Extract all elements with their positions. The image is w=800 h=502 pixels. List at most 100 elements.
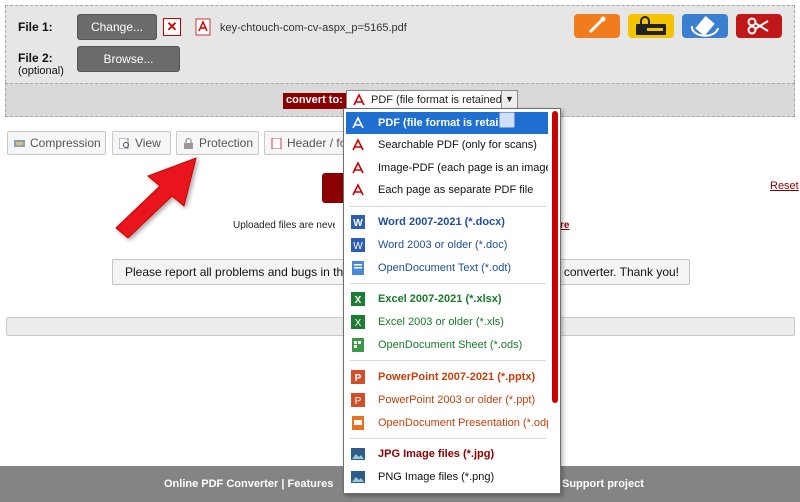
format-dropdown: PDF (file format is retaine Searchable P…	[343, 108, 561, 494]
file2-optional: (optional)	[18, 65, 64, 77]
word-icon: W	[351, 215, 365, 229]
option-label: OpenDocument Presentation (*.odp)	[378, 417, 548, 429]
svg-text:W: W	[353, 241, 363, 252]
separator	[350, 438, 546, 439]
cursor-icon	[499, 112, 515, 128]
separator	[350, 283, 546, 284]
option-label: OpenDocument Sheet (*.ods)	[378, 339, 523, 351]
svg-text:X: X	[355, 295, 362, 306]
lock-button[interactable]	[628, 14, 674, 38]
option-label: Excel 2007-2021 (*.xlsx)	[378, 293, 502, 305]
option-label: PNG Image files (*.png)	[378, 471, 495, 483]
separator	[350, 206, 546, 207]
opendocument-text-icon	[352, 261, 364, 275]
separator	[350, 360, 546, 361]
lock-icon	[184, 138, 193, 149]
svg-text:P: P	[355, 373, 362, 384]
option-odt[interactable]: OpenDocument Text (*.odt)	[346, 257, 548, 279]
chevron-down-icon[interactable]: ▼	[501, 91, 517, 108]
split-button[interactable]	[736, 14, 782, 38]
option-jpg[interactable]: JPG Image files (*.jpg)	[346, 443, 548, 465]
pdf-icon	[352, 161, 364, 174]
option-label: OpenDocument Text (*.odt)	[378, 262, 512, 274]
remove-file-icon[interactable]: ✕	[163, 18, 181, 36]
option-label: Excel 2003 or older (*.xls)	[378, 316, 504, 328]
report-text-right: e converter. Thank you!	[553, 265, 679, 279]
footer-links-left[interactable]: Online PDF Converter | Features	[164, 466, 333, 502]
image-icon	[351, 471, 365, 483]
rotate-icon	[690, 16, 719, 37]
powerpoint-icon: P	[351, 393, 365, 407]
opendocument-sheet-icon	[352, 338, 364, 352]
option-label: JPG Image files (*.jpg)	[378, 448, 495, 460]
rotate-button[interactable]	[682, 14, 728, 38]
compress-icon	[14, 140, 25, 147]
report-text-left: Please report all problems and bugs in t…	[125, 265, 354, 279]
option-docx[interactable]: W Word 2007-2021 (*.docx)	[346, 211, 548, 233]
privacy-note: Uploaded files are never s	[233, 220, 335, 231]
convert-to-label: convert to:	[283, 93, 346, 109]
option-ods[interactable]: OpenDocument Sheet (*.ods)	[346, 334, 548, 356]
option-label: PowerPoint 2003 or older (*.ppt)	[378, 394, 536, 406]
file1-label: File 1:	[18, 20, 53, 34]
browse-button[interactable]: Browse...	[77, 46, 180, 72]
option-label: Each page as separate PDF file	[378, 184, 534, 196]
option-odp[interactable]: OpenDocument Presentation (*.odp)	[346, 412, 548, 434]
option-ppt[interactable]: P PowerPoint 2003 or older (*.ppt)	[346, 389, 548, 411]
option-label: Word 2003 or older (*.doc)	[378, 239, 508, 251]
reset-link[interactable]: Reset	[770, 180, 799, 192]
powerpoint-icon: P	[351, 370, 365, 384]
view-icon	[119, 138, 129, 149]
file-panel: File 1: Change... ✕ key-chtouch-com-cv-a…	[5, 5, 795, 83]
header-icon	[271, 138, 282, 149]
word-icon: W	[351, 238, 365, 252]
footer-support-link[interactable]: Support project	[562, 466, 644, 502]
option-separate-pdf[interactable]: Each page as separate PDF file	[346, 179, 548, 201]
pdf-file-icon	[195, 18, 211, 36]
lock-icon	[636, 16, 666, 35]
dropdown-scrollbar[interactable]	[552, 111, 558, 403]
svg-text:W: W	[353, 218, 363, 229]
tab-compression[interactable]: Compression	[7, 131, 106, 155]
option-xls[interactable]: X Excel 2003 or older (*.xls)	[346, 311, 548, 333]
tab-protection-label: Protection	[199, 136, 254, 150]
option-searchable-pdf[interactable]: Searchable PDF (only for scans)	[346, 134, 548, 156]
option-png[interactable]: PNG Image files (*.png)	[346, 466, 548, 488]
uploaded-file-name: key-chtouch-com-cv-aspx_p=5165.pdf	[220, 22, 407, 34]
option-image-pdf[interactable]: Image-PDF (each page is an image)	[346, 157, 548, 179]
option-label: PDF (file format is retaine	[378, 117, 512, 129]
option-pdf-retained[interactable]: PDF (file format is retaine	[346, 112, 548, 134]
magic-wand-icon	[588, 16, 606, 34]
option-pptx[interactable]: P PowerPoint 2007-2021 (*.pptx)	[346, 366, 548, 388]
option-xlsx[interactable]: X Excel 2007-2021 (*.xlsx)	[346, 288, 548, 310]
option-label: Word 2007-2021 (*.docx)	[378, 216, 505, 228]
output-format-select[interactable]: PDF (file format is retained) ▼	[346, 90, 518, 109]
svg-text:X: X	[355, 318, 362, 329]
pdf-icon	[352, 183, 364, 196]
privacy-link[interactable]: re	[560, 220, 569, 231]
file2-label-text: File 2:	[18, 51, 53, 65]
option-label: Image-PDF (each page is an image)	[378, 162, 548, 174]
change-file-button[interactable]: Change...	[77, 14, 157, 40]
svg-text:P: P	[355, 396, 362, 407]
image-icon	[351, 448, 365, 460]
red-arrow-annotation	[115, 157, 197, 239]
file2-label: File 2: (optional)	[18, 51, 64, 77]
tab-header-label: Header / fo	[287, 136, 344, 150]
scissors-icon	[747, 17, 769, 35]
tab-view-label: View	[135, 136, 161, 150]
selected-format: PDF (file format is retained)	[371, 94, 506, 106]
pdf-icon	[352, 116, 364, 129]
report-text: Please report all problems and bugs in t…	[125, 260, 367, 284]
opendocument-presentation-icon	[352, 416, 364, 430]
excel-icon: X	[351, 292, 365, 306]
option-label: PowerPoint 2007-2021 (*.pptx)	[378, 371, 536, 383]
tab-compression-label: Compression	[30, 136, 101, 150]
pdf-icon	[352, 138, 364, 151]
option-label: Searchable PDF (only for scans)	[378, 139, 537, 151]
pdf-format-icon	[353, 93, 365, 106]
magic-wand-button[interactable]	[574, 14, 620, 38]
option-doc[interactable]: W Word 2003 or older (*.doc)	[346, 234, 548, 256]
tab-header-footer[interactable]: Header / fo	[264, 131, 344, 155]
excel-icon: X	[351, 315, 365, 329]
